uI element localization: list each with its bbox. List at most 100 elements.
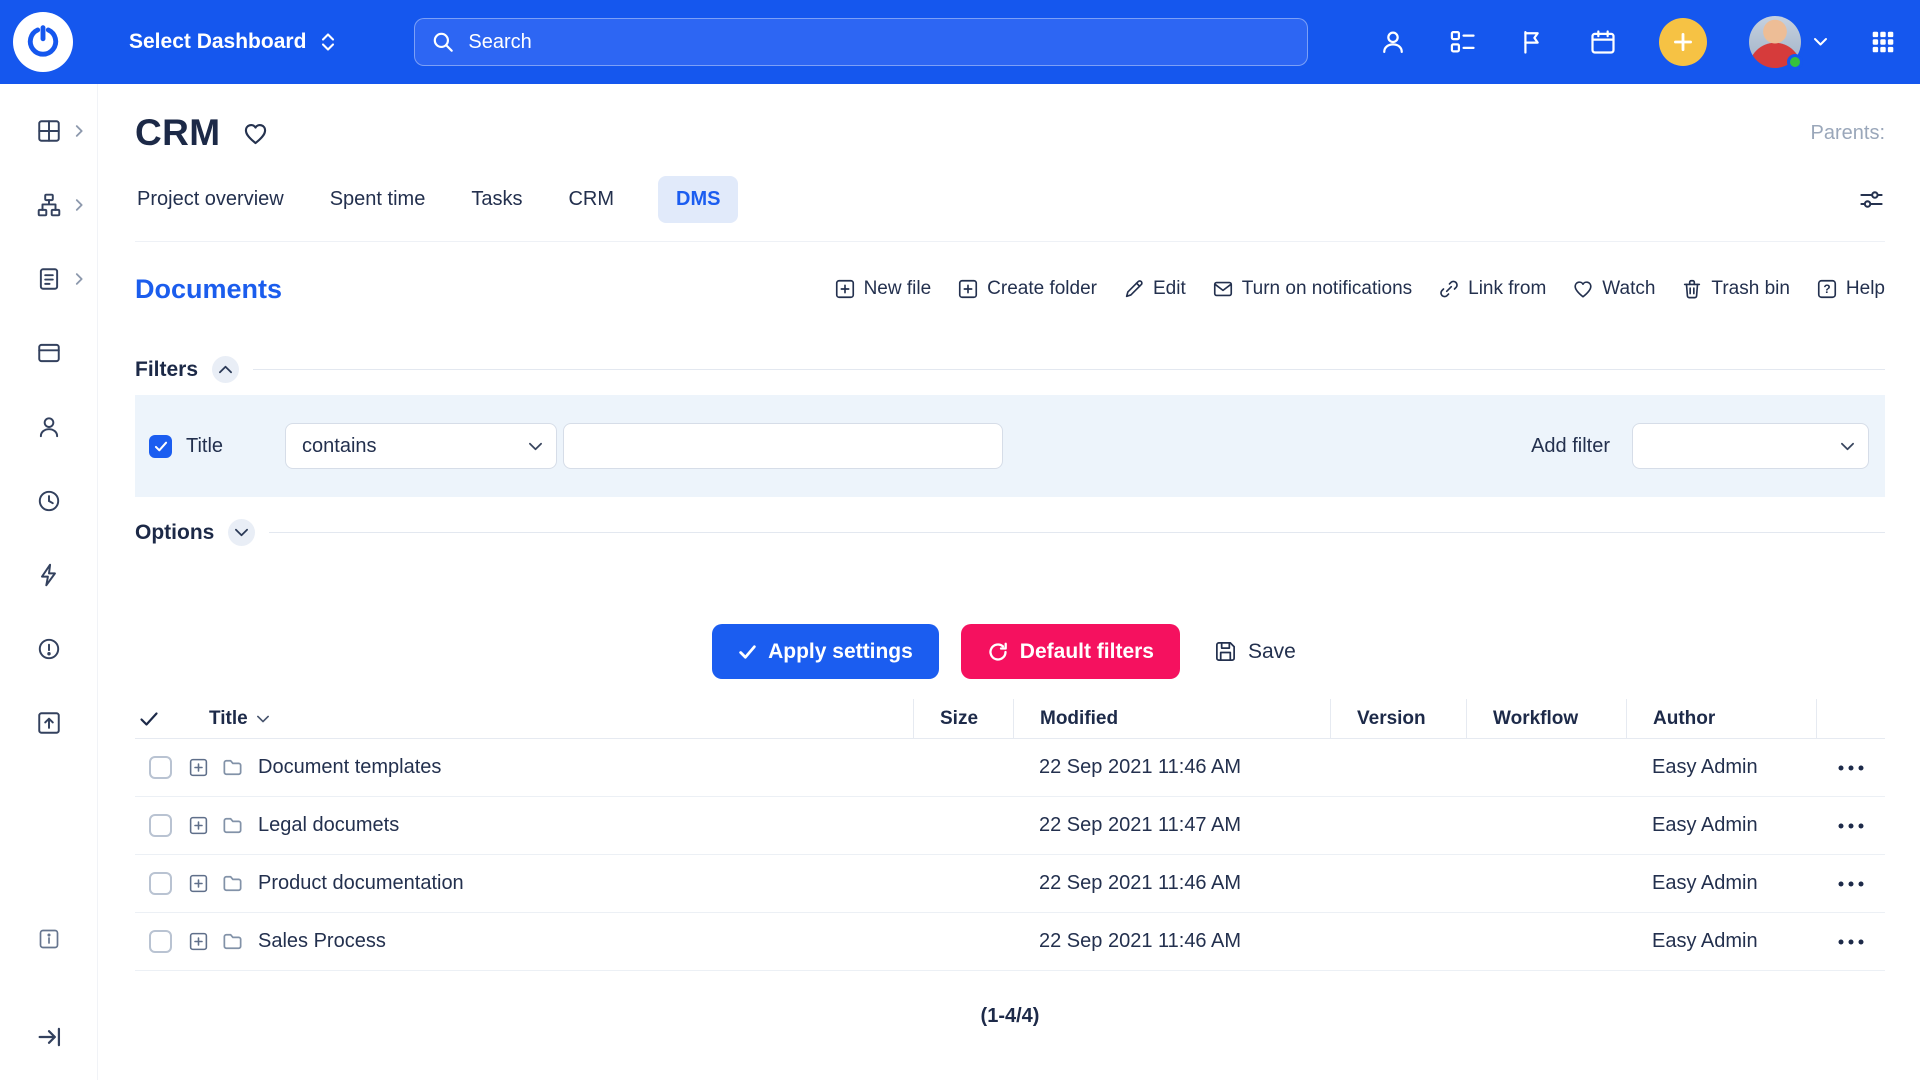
watch-button[interactable]: Watch <box>1572 278 1655 300</box>
trash-bin-label: Trash bin <box>1711 278 1790 300</box>
flag-icon[interactable] <box>1519 28 1547 56</box>
row-menu-ellipsis-icon[interactable] <box>1837 880 1865 888</box>
sidebar-item-time[interactable] <box>0 476 97 526</box>
sidebar-item-panels[interactable] <box>0 328 97 378</box>
operator-select[interactable]: contains <box>285 423 557 469</box>
dashboard-selector[interactable]: Select Dashboard <box>129 30 336 54</box>
person-icon <box>36 414 62 440</box>
row-checkbox[interactable] <box>149 930 172 953</box>
filters-collapse-button[interactable] <box>212 356 239 383</box>
tab-dms[interactable]: DMS <box>658 176 738 223</box>
sidebar-item-updates[interactable] <box>0 698 97 748</box>
sidebar-item-hierarchy[interactable] <box>0 180 97 230</box>
folder-icon <box>221 814 244 837</box>
adjust-settings-icon[interactable] <box>1858 186 1885 213</box>
chevron-right-icon <box>75 199 84 212</box>
title-filter-input[interactable] <box>563 423 1003 469</box>
user-icon[interactable] <box>1379 28 1407 56</box>
row-author-link[interactable]: Easy Admin <box>1626 855 1816 912</box>
default-filters-button[interactable]: Default filters <box>961 624 1180 679</box>
title-filter-checkbox[interactable] <box>149 435 172 458</box>
document-folder-link[interactable]: Sales Process <box>258 930 386 953</box>
column-modified: Modified <box>1013 699 1330 738</box>
sidebar-collapse-toggle[interactable] <box>0 1012 97 1062</box>
sidebar-item-info[interactable] <box>0 914 97 964</box>
row-size <box>913 797 1013 854</box>
chevron-up-icon <box>219 365 232 374</box>
new-file-button[interactable]: New file <box>834 278 932 300</box>
power-logo-icon <box>25 24 61 60</box>
document-folder-link[interactable]: Legal documets <box>258 814 399 837</box>
create-folder-button[interactable]: Create folder <box>957 278 1097 300</box>
document-folder-link[interactable]: Document templates <box>258 756 441 779</box>
row-author-link[interactable]: Easy Admin <box>1626 797 1816 854</box>
row-checkbox[interactable] <box>149 814 172 837</box>
plus-square-icon <box>834 278 856 300</box>
expand-plus-icon[interactable] <box>188 757 209 778</box>
save-button[interactable]: Save <box>1202 624 1308 679</box>
sidebar-item-tasks[interactable] <box>0 254 97 304</box>
filters-header: Filters <box>135 356 1885 383</box>
sidebar-item-modules[interactable] <box>0 106 97 156</box>
help-button[interactable]: ? Help <box>1816 278 1885 300</box>
save-icon <box>1214 640 1237 663</box>
row-checkbox[interactable] <box>149 872 172 895</box>
row-version <box>1330 855 1466 912</box>
trash-bin-button[interactable]: Trash bin <box>1681 278 1790 300</box>
add-button[interactable] <box>1659 18 1707 66</box>
save-label: Save <box>1248 640 1296 664</box>
expand-plus-icon[interactable] <box>188 873 209 894</box>
favorite-heart-icon[interactable] <box>242 120 269 147</box>
apply-settings-label: Apply settings <box>768 640 913 664</box>
link-from-button[interactable]: Link from <box>1438 278 1546 300</box>
divider <box>269 532 1885 533</box>
search-bar[interactable] <box>414 18 1308 66</box>
link-from-label: Link from <box>1468 278 1546 300</box>
notifications-label: Turn on notifications <box>1242 278 1412 300</box>
row-version <box>1330 913 1466 970</box>
add-filter-select[interactable] <box>1632 423 1869 469</box>
row-modified: 22 Sep 2021 11:46 AM <box>1013 913 1330 970</box>
row-menu-ellipsis-icon[interactable] <box>1837 938 1865 946</box>
chevron-down-icon[interactable] <box>1813 37 1828 47</box>
select-all-check-icon[interactable] <box>139 711 159 727</box>
row-author-link[interactable]: Easy Admin <box>1626 739 1816 796</box>
row-modified: 22 Sep 2021 11:47 AM <box>1013 797 1330 854</box>
chevron-right-icon <box>75 125 84 138</box>
sidebar-item-activity[interactable] <box>0 550 97 600</box>
row-menu-ellipsis-icon[interactable] <box>1837 822 1865 830</box>
apply-settings-button[interactable]: Apply settings <box>712 624 939 679</box>
notifications-button[interactable]: Turn on notifications <box>1212 278 1412 300</box>
tab-project-overview[interactable]: Project overview <box>135 176 286 223</box>
row-title-cell: Document templates <box>135 739 913 796</box>
tab-tasks[interactable]: Tasks <box>469 176 524 223</box>
expand-plus-icon[interactable] <box>188 931 209 952</box>
app-logo[interactable] <box>13 12 73 72</box>
filters-heading: Filters <box>135 358 198 382</box>
tab-spent-time[interactable]: Spent time <box>328 176 428 223</box>
filters-panel: Title contains Add filter <box>135 395 1885 497</box>
tab-crm[interactable]: CRM <box>566 176 616 223</box>
row-author-link[interactable]: Easy Admin <box>1626 913 1816 970</box>
folder-icon <box>221 872 244 895</box>
sidebar-item-users[interactable] <box>0 402 97 452</box>
document-folder-link[interactable]: Product documentation <box>258 872 464 895</box>
expand-plus-icon[interactable] <box>188 815 209 836</box>
row-checkbox[interactable] <box>149 756 172 779</box>
row-menu-ellipsis-icon[interactable] <box>1837 764 1865 772</box>
avatar[interactable] <box>1749 16 1801 68</box>
checklist-icon[interactable] <box>1449 28 1477 56</box>
search-input[interactable] <box>468 31 1291 54</box>
info-icon <box>37 927 61 951</box>
calendar-icon[interactable] <box>1589 28 1617 56</box>
options-expand-button[interactable] <box>228 519 255 546</box>
edit-button[interactable]: Edit <box>1123 278 1186 300</box>
apps-grid-icon[interactable] <box>1870 29 1896 55</box>
column-version: Version <box>1330 699 1466 738</box>
unfold-chevrons-icon <box>320 30 336 54</box>
table-row: Sales Process 22 Sep 2021 11:46 AM Easy … <box>135 913 1885 971</box>
sidebar-item-alerts[interactable] <box>0 624 97 674</box>
help-label: Help <box>1846 278 1885 300</box>
check-icon <box>738 644 757 660</box>
sort-by-title[interactable]: Title <box>209 708 269 730</box>
